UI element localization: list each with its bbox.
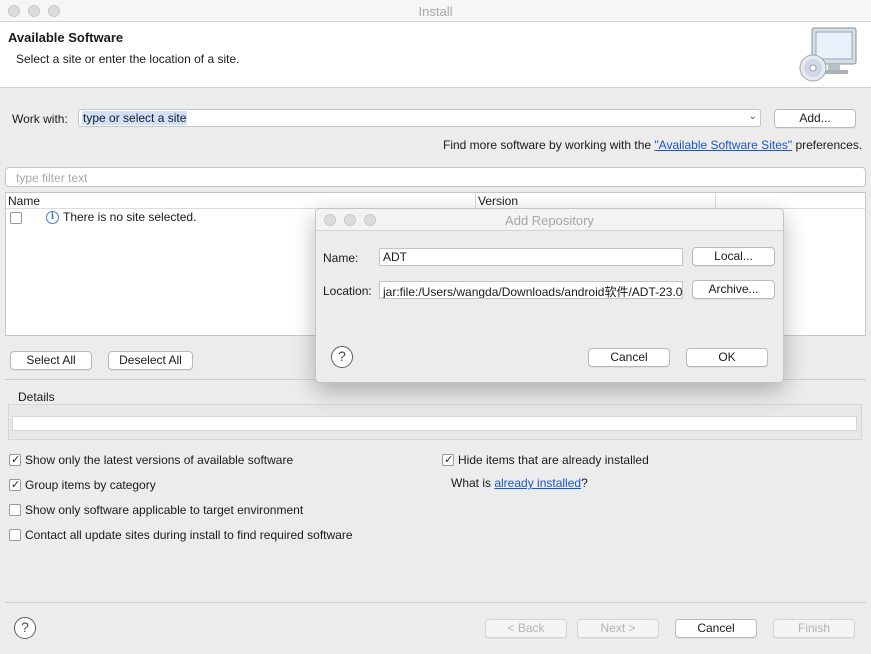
add-repository-dialog: Add Repository Name: ADT Local... Locati… bbox=[315, 208, 784, 383]
available-software-sites-link[interactable]: "Available Software Sites" bbox=[654, 138, 792, 152]
location-label: Location: bbox=[323, 284, 372, 298]
no-site-message: There is no site selected. bbox=[63, 210, 197, 224]
name-field[interactable]: ADT bbox=[379, 248, 683, 266]
table-header: Name Version bbox=[6, 193, 865, 209]
help-icon[interactable]: ? bbox=[14, 617, 36, 639]
local-button[interactable]: Local... bbox=[692, 247, 775, 266]
select-all-button[interactable]: Select All bbox=[10, 351, 92, 370]
group-by-category-label: Group items by category bbox=[25, 478, 156, 492]
archive-button[interactable]: Archive... bbox=[692, 280, 775, 299]
find-more-text: Find more software by working with the "… bbox=[443, 138, 862, 152]
dialog-title: Add Repository bbox=[505, 213, 594, 228]
row-checkbox[interactable] bbox=[10, 212, 22, 224]
page-subtitle: Select a site or enter the location of a… bbox=[16, 52, 240, 66]
chevron-down-icon[interactable]: ⌄ bbox=[749, 111, 757, 122]
hide-installed-label: Hide items that are already installed bbox=[458, 453, 649, 467]
find-more-suffix: preferences. bbox=[792, 138, 863, 152]
add-site-button[interactable]: Add... bbox=[774, 109, 856, 128]
dialog-titlebar: Add Repository bbox=[316, 209, 783, 231]
what-is-prefix: What is bbox=[451, 476, 495, 490]
deselect-all-button[interactable]: Deselect All bbox=[108, 351, 193, 370]
dialog-ok-button[interactable]: OK bbox=[686, 348, 768, 367]
target-env-checkbox[interactable] bbox=[9, 504, 21, 516]
window-titlebar: Install bbox=[0, 0, 871, 22]
filter-placeholder: type filter text bbox=[16, 171, 88, 185]
window-title: Install bbox=[418, 4, 453, 19]
cancel-button[interactable]: Cancel bbox=[675, 619, 757, 638]
column-header-version[interactable]: Version bbox=[476, 193, 716, 209]
footer-divider bbox=[5, 602, 866, 603]
show-latest-label: Show only the latest versions of availab… bbox=[25, 453, 294, 467]
back-button[interactable]: < Back bbox=[485, 619, 567, 638]
name-label: Name: bbox=[323, 251, 359, 265]
page-title: Available Software bbox=[8, 30, 124, 45]
details-label: Details bbox=[18, 390, 55, 404]
details-text-area[interactable] bbox=[12, 416, 857, 431]
contact-all-label: Contact all update sites during install … bbox=[25, 528, 353, 542]
location-field[interactable]: jar:file:/Users/wangda/Downloads/android… bbox=[379, 281, 683, 299]
work-with-combo[interactable]: type or select a site ⌄ bbox=[78, 109, 761, 127]
group-by-category-checkbox[interactable] bbox=[9, 478, 21, 491]
find-more-prefix: Find more software by working with the bbox=[443, 138, 655, 152]
contact-all-checkbox[interactable] bbox=[9, 529, 21, 541]
details-panel bbox=[8, 404, 862, 440]
target-env-label: Show only software applicable to target … bbox=[25, 503, 304, 517]
already-installed-link[interactable]: already installed bbox=[494, 476, 581, 490]
info-icon: i bbox=[46, 211, 59, 224]
hide-installed-checkbox[interactable] bbox=[442, 453, 454, 466]
work-with-value: type or select a site bbox=[82, 111, 188, 125]
filter-input[interactable]: type filter text bbox=[5, 167, 866, 187]
show-latest-checkbox[interactable] bbox=[9, 453, 21, 466]
what-is-suffix: ? bbox=[581, 476, 588, 490]
computer-cd-icon bbox=[799, 27, 857, 82]
column-header-name[interactable]: Name bbox=[6, 193, 476, 209]
next-button[interactable]: Next > bbox=[577, 619, 659, 638]
dialog-help-icon[interactable]: ? bbox=[331, 346, 353, 368]
finish-button[interactable]: Finish bbox=[773, 619, 855, 638]
dialog-cancel-button[interactable]: Cancel bbox=[588, 348, 670, 367]
what-is-installed-text: What is already installed? bbox=[451, 476, 588, 490]
work-with-label: Work with: bbox=[12, 112, 68, 126]
wizard-header: Available Software Select a site or ente… bbox=[0, 22, 871, 88]
